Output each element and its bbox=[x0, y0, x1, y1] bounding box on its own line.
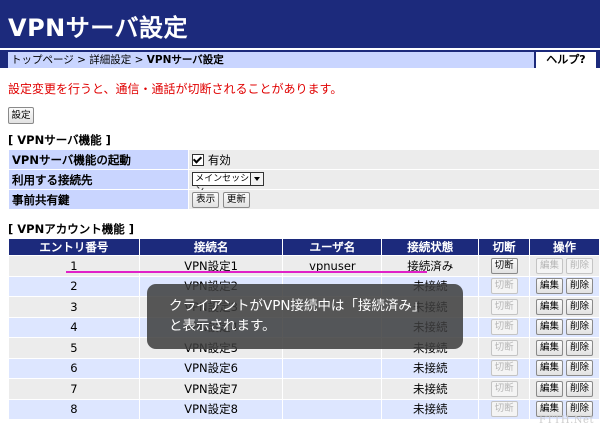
disconnect-button[interactable]: 切断 bbox=[490, 401, 518, 418]
disconnect-cell: 切断 bbox=[479, 399, 530, 419]
connection-select[interactable]: メインセッション bbox=[192, 172, 265, 196]
column-header: 切断 bbox=[479, 239, 530, 255]
disconnect-cell: 切断 bbox=[479, 379, 530, 399]
entry-number: 7 bbox=[9, 379, 139, 399]
edit-button[interactable]: 編集 bbox=[536, 319, 564, 336]
delete-button[interactable]: 削除 bbox=[566, 257, 594, 274]
disconnect-cell: 切断 bbox=[479, 256, 530, 276]
update-key-button[interactable]: 更新 bbox=[222, 191, 250, 208]
connection-name: VPN設定7 bbox=[139, 379, 283, 399]
disconnect-cell: 切断 bbox=[479, 317, 530, 337]
edit-button[interactable]: 編集 bbox=[536, 257, 564, 274]
connection-status: 未接続 bbox=[382, 358, 479, 378]
user-name bbox=[283, 379, 382, 399]
breadcrumb-separator: > bbox=[131, 54, 147, 66]
row-label: VPNサーバ機能の起動 bbox=[9, 150, 189, 169]
column-header: エントリ番号 bbox=[9, 239, 139, 255]
disconnect-button[interactable]: 切断 bbox=[490, 257, 518, 274]
show-key-button[interactable]: 表示 bbox=[192, 191, 220, 208]
operations-cell: 編集 削除 bbox=[530, 379, 599, 399]
delete-button[interactable]: 削除 bbox=[566, 360, 594, 377]
vpn-account-heading: [ VPNアカウント機能 ] bbox=[8, 222, 134, 236]
user-name bbox=[283, 358, 382, 378]
edit-button[interactable]: 編集 bbox=[536, 360, 564, 377]
entry-number: 8 bbox=[9, 399, 139, 419]
connection-name: VPN設定8 bbox=[139, 399, 283, 419]
enable-checkbox[interactable] bbox=[192, 154, 205, 166]
breadcrumb-current: VPNサーバ設定 bbox=[146, 54, 224, 66]
user-name bbox=[283, 399, 382, 419]
entry-number: 5 bbox=[9, 338, 139, 358]
disconnect-button[interactable]: 切断 bbox=[490, 319, 518, 336]
connection-name: VPN設定6 bbox=[139, 358, 283, 378]
breadcrumb-bar: トップページ > 詳細設定 > VPNサーバ設定 ヘルプ? bbox=[0, 50, 600, 68]
function-row-psk: 事前共有鍵 表示 更新 bbox=[9, 190, 599, 209]
vpn-function-table: VPNサーバ機能の起動 有効 利用する接続先 メインセッション 事前共有鍵 表示… bbox=[8, 149, 600, 210]
watermark: FTTH.Net bbox=[538, 415, 594, 426]
warning-message: 設定変更を行うと、通信・通話が切断されることがあります。 bbox=[8, 82, 343, 96]
breadcrumb: トップページ > 詳細設定 > VPNサーバ設定 bbox=[8, 52, 534, 68]
enable-checkbox-label: 有効 bbox=[207, 152, 231, 167]
disconnect-button[interactable]: 切断 bbox=[490, 298, 518, 315]
annotation-line: クライアントがVPN接続中は「接続済み」 bbox=[169, 298, 426, 314]
row-label: 事前共有鍵 bbox=[9, 190, 189, 209]
page-title: VPNサーバ設定 bbox=[8, 14, 189, 42]
entry-number: 4 bbox=[9, 317, 139, 337]
operations-cell: 編集 削除 bbox=[530, 358, 599, 378]
breadcrumb-detail-link[interactable]: 詳細設定 bbox=[89, 54, 131, 66]
table-row: 8 VPN設定8 未接続 切断 編集 削除 bbox=[9, 399, 599, 419]
disconnect-cell: 切断 bbox=[479, 276, 530, 296]
entry-number: 3 bbox=[9, 297, 139, 317]
help-link[interactable]: ヘルプ? bbox=[536, 52, 596, 68]
title-bar: VPNサーバ設定 bbox=[0, 0, 600, 48]
settings-button[interactable]: 設定 bbox=[8, 107, 34, 124]
edit-button[interactable]: 編集 bbox=[536, 380, 564, 397]
function-row-start: VPNサーバ機能の起動 有効 bbox=[9, 150, 599, 169]
operations-cell: 編集 削除 bbox=[530, 256, 599, 276]
connection-status: 未接続 bbox=[382, 399, 479, 419]
edit-button[interactable]: 編集 bbox=[536, 339, 564, 356]
operations-cell: 編集 削除 bbox=[530, 276, 599, 296]
column-header: ユーザ名 bbox=[283, 239, 382, 255]
delete-button[interactable]: 削除 bbox=[566, 319, 594, 336]
function-row-connection: 利用する接続先 メインセッション bbox=[9, 170, 599, 196]
vpn-function-heading: [ VPNサーバ機能 ] bbox=[8, 133, 111, 147]
chevron-down-icon bbox=[250, 173, 264, 185]
breadcrumb-separator: > bbox=[73, 54, 90, 66]
entry-number: 6 bbox=[9, 358, 139, 378]
table-row: 6 VPN設定6 未接続 切断 編集 削除 bbox=[9, 358, 599, 378]
column-header: 接続状態 bbox=[382, 239, 479, 255]
column-header: 操作 bbox=[530, 239, 599, 255]
breadcrumb-home-link[interactable]: トップページ bbox=[11, 54, 74, 66]
delete-button[interactable]: 削除 bbox=[566, 278, 594, 295]
table-header-row: エントリ番号 接続名 ユーザ名 接続状態 切断 操作 bbox=[9, 239, 599, 255]
operations-cell: 編集 削除 bbox=[530, 317, 599, 337]
annotation-line: と表示されます。 bbox=[169, 318, 276, 334]
disconnect-button[interactable]: 切断 bbox=[490, 360, 518, 377]
disconnect-cell: 切断 bbox=[479, 358, 530, 378]
connection-status: 未接続 bbox=[382, 379, 479, 399]
operations-cell: 編集 削除 bbox=[530, 338, 599, 358]
disconnect-cell: 切断 bbox=[479, 297, 530, 317]
edit-button[interactable]: 編集 bbox=[536, 298, 564, 315]
edit-button[interactable]: 編集 bbox=[536, 278, 564, 295]
disconnect-button[interactable]: 切断 bbox=[490, 339, 518, 356]
table-row: 7 VPN設定7 未接続 切断 編集 削除 bbox=[9, 379, 599, 399]
disconnect-cell: 切断 bbox=[479, 338, 530, 358]
delete-button[interactable]: 削除 bbox=[566, 380, 594, 397]
highlight-underline bbox=[66, 271, 427, 273]
row-label: 利用する接続先 bbox=[9, 170, 189, 189]
disconnect-button[interactable]: 切断 bbox=[490, 278, 518, 295]
annotation-callout: クライアントがVPN接続中は「接続済み」 と表示されます。 bbox=[147, 284, 463, 349]
entry-number: 2 bbox=[9, 276, 139, 296]
delete-button[interactable]: 削除 bbox=[566, 298, 594, 315]
column-header: 接続名 bbox=[139, 239, 283, 255]
disconnect-button[interactable]: 切断 bbox=[490, 380, 518, 397]
delete-button[interactable]: 削除 bbox=[566, 339, 594, 356]
operations-cell: 編集 削除 bbox=[530, 297, 599, 317]
